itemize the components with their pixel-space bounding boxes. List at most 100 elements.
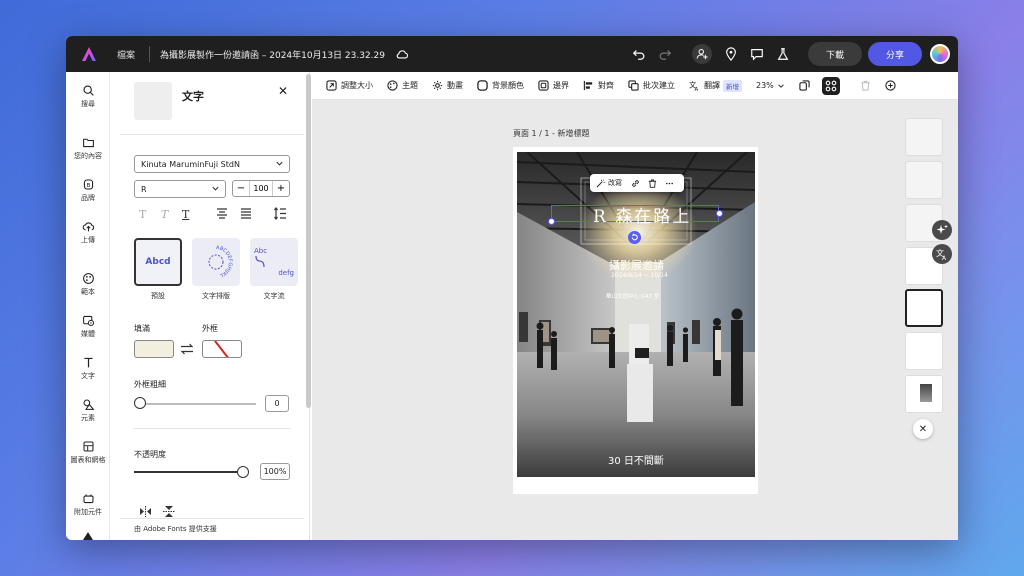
trash-icon [861,80,870,91]
folder-icon [82,138,94,148]
text-icon [83,357,93,368]
page-thumbnail[interactable] [905,332,943,370]
gallery-photo-illustration [517,152,755,477]
page-thumbnail[interactable] [905,375,943,413]
poster-venue[interactable]: 華山文創中心 G42 室 [606,292,659,300]
close-strip-icon[interactable]: ✕ [913,419,933,439]
translate-icon: 文A [689,80,699,91]
topbar-actions: 下載 分享 [626,36,958,72]
svg-text:A: A [942,255,947,260]
poster-title-text[interactable]: R 森在路上 [593,202,691,227]
tool-label: 調整大小 [341,81,373,90]
grouping-button[interactable] [821,76,840,95]
page-thumbnail[interactable] [905,161,943,199]
link-button[interactable] [631,179,640,188]
share-button[interactable]: 分享 [868,42,922,66]
page-thumbnail[interactable] [905,118,943,156]
page-thumbnail-selected[interactable] [905,289,943,327]
tool-align[interactable]: 對齊 [583,80,614,91]
rail-item-your-content[interactable]: 您的內容 [66,136,110,161]
text-context-menu: 改寫 [590,174,684,192]
delete-button[interactable] [860,80,875,91]
zoom-select[interactable]: 23% [756,81,785,90]
poster-subtitle[interactable]: 攝影展邀請 [609,257,664,273]
poster-date[interactable]: 2024/8/14 ~ 10/14 [611,272,668,279]
plus-circle-icon [885,80,896,91]
tool-resize[interactable]: 調整大小 [326,80,373,91]
poster-background-photo[interactable] [517,152,755,477]
rail-item-text[interactable]: 文字 [66,356,110,381]
rail-item-label: 上傳 [81,236,95,244]
poster-footer-text[interactable]: 30 日不間斷 [608,452,664,467]
comment-icon[interactable] [750,47,764,61]
rail-item-templates[interactable]: 範本 [66,272,110,297]
rail-item-elements[interactable]: 元素 [66,398,110,423]
document-title[interactable]: 為攝影展製作一份邀請函 – 2024年10月13日 23.32.29 [160,48,385,61]
tool-theme[interactable]: 主題 [387,80,418,91]
grid-icon [83,441,93,452]
tool-label: 主題 [402,81,418,90]
add-page-button[interactable] [885,80,900,91]
layers-icon [799,80,810,91]
rotate-icon [631,233,638,241]
rail-item-label: 文字 [81,372,95,380]
invite-user-icon[interactable] [692,44,712,64]
align-icon [583,80,593,91]
rail-item-brand[interactable]: B 品牌 [66,178,110,203]
text-properties-panel [110,72,310,540]
translate-assist-button[interactable]: 文A [932,244,952,264]
cloud-sync-icon[interactable] [395,47,409,61]
left-rail: 搜尋 您的內容 B 品牌 上傳 範本 媒體 文字 元素 圖表和網格 附加元件 [66,72,110,540]
addons-icon [83,494,93,504]
tool-background-color[interactable]: 背景顏色 [477,80,524,91]
tool-label: 邊界 [553,81,569,90]
file-menu[interactable]: 檔案 [117,48,135,61]
poster-mini-preview [920,384,932,402]
divider [149,46,151,62]
rail-item-label: 媒體 [81,330,95,338]
tool-label: 對齊 [598,81,614,90]
new-badge: 新增 [723,79,742,92]
tool-animation[interactable]: 動畫 [432,80,463,91]
rail-item-search[interactable]: 搜尋 [66,84,110,109]
translate-icon: 文A [936,248,947,260]
svg-text:B: B [86,183,90,189]
page-label[interactable]: 頁面 1 / 1 - 新增標題 [513,128,589,139]
ai-assistant-button[interactable] [932,220,952,240]
resize-handle-right[interactable] [716,210,723,217]
rail-item-charts-grids[interactable]: 圖表和網格 [66,440,110,465]
download-button[interactable]: 下載 [808,42,862,66]
rail-item-media[interactable]: 媒體 [66,314,110,339]
media-icon [82,315,94,327]
undo-icon[interactable] [632,47,646,61]
sparkle-icon [936,224,948,234]
tool-label: 批次建立 [643,81,675,90]
rail-item-label: 圖表和網格 [70,456,106,464]
tool-batch-create[interactable]: 批次建立 [628,80,675,91]
layers-button[interactable] [799,80,814,91]
trash-icon [648,178,657,188]
tool-translate[interactable]: 文 A 翻譯 新增 [689,79,742,92]
rewrite-label: 改寫 [608,179,622,187]
more-options-button[interactable] [665,179,674,188]
adobe-express-logo[interactable] [81,46,97,62]
link-icon [632,179,639,187]
upload-icon [82,222,94,232]
lab-flask-icon[interactable] [776,47,790,61]
avatar[interactable] [930,44,950,64]
rail-item-label: 元素 [81,414,95,422]
tool-border[interactable]: 邊界 [538,80,569,91]
template-icon [82,273,94,284]
delete-element-button[interactable] [648,178,657,188]
rail-item-addons[interactable]: 附加元件 [66,492,110,517]
redo-icon[interactable] [658,47,672,61]
batch-icon [628,80,639,91]
resize-handle-left[interactable] [548,218,555,225]
rewrite-button[interactable]: 改寫 [596,178,622,188]
top-bar: 檔案 為攝影展製作一份邀請函 – 2024年10月13日 23.32.29 下載… [66,36,958,72]
brand-icon: B [83,179,93,190]
rotate-handle[interactable] [628,231,641,244]
rail-item-upload[interactable]: 上傳 [66,220,110,245]
location-pin-icon[interactable] [724,47,738,61]
canvas-toolbar: 調整大小 主題 動畫 背景顏色 邊界 對齊 批次建立 文 A 翻譯 新增 23% [312,72,958,100]
